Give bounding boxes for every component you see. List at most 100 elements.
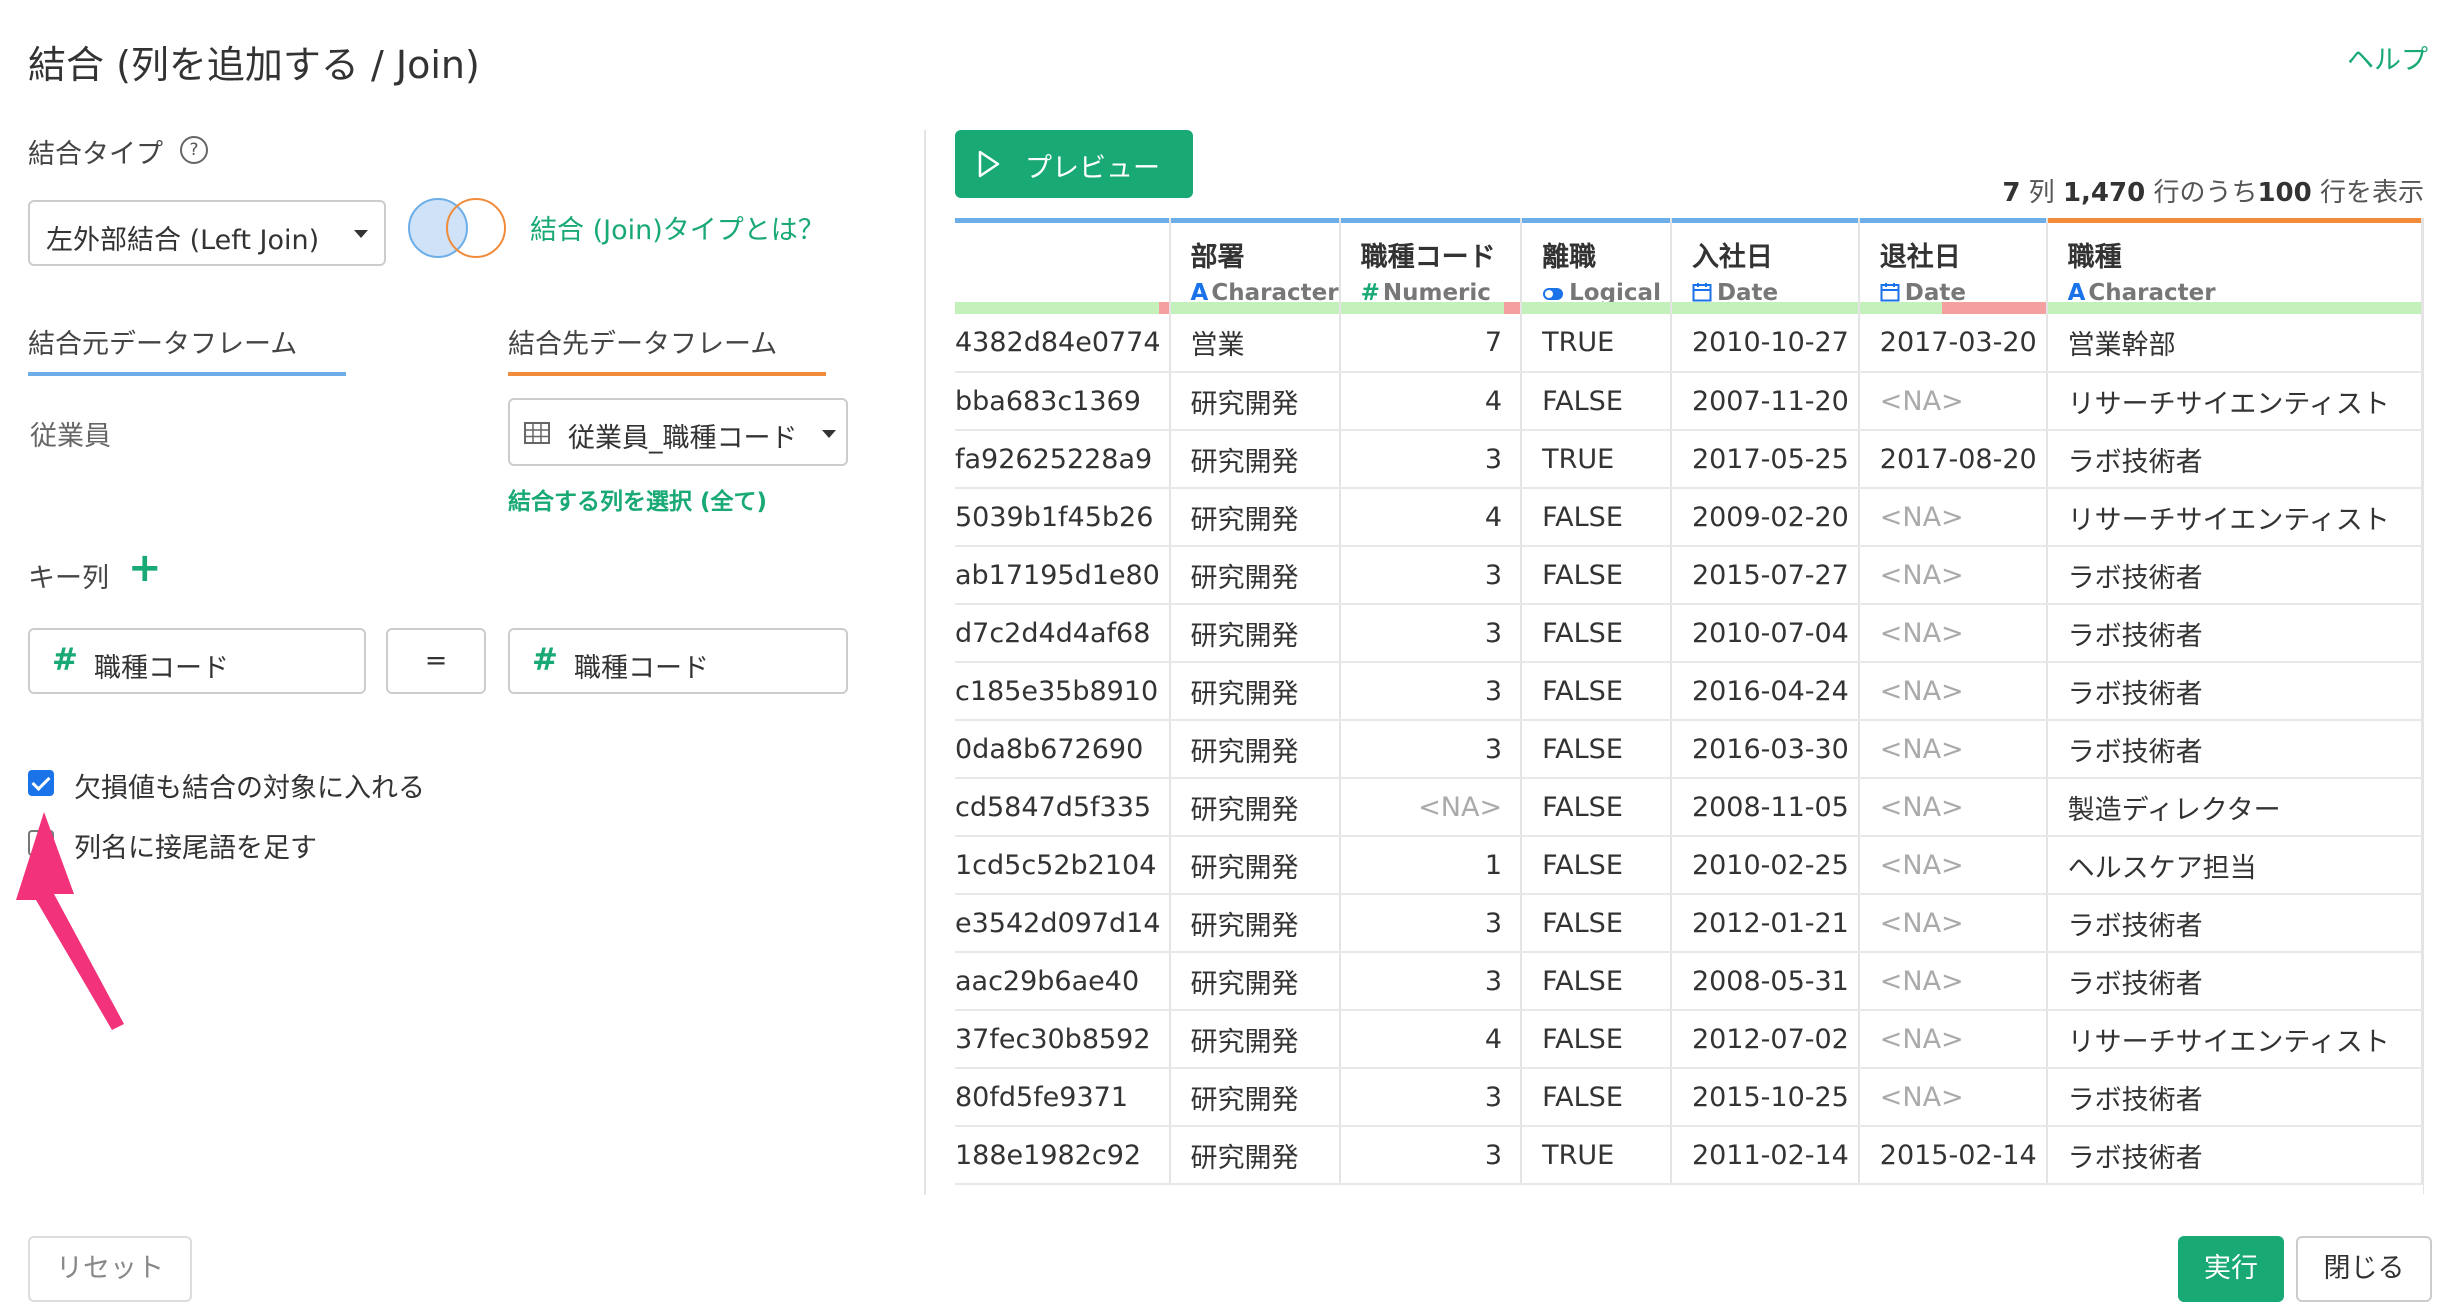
- table-cell: 製造ディレクター: [2046, 778, 2423, 837]
- key-left-value: 職種コード: [94, 653, 229, 684]
- table-cell: ラボ技術者: [2046, 430, 2423, 489]
- reset-button[interactable]: リセット: [28, 1236, 192, 1302]
- table-cell: 2009-02-20: [1670, 488, 1860, 547]
- table-cell: aac29b6ae40: [955, 952, 1171, 1011]
- help-question-icon[interactable]: ?: [180, 136, 208, 164]
- table-cell: FALSE: [1521, 720, 1672, 779]
- table-cell: FALSE: [1521, 952, 1672, 1011]
- target-dataframe-select[interactable]: 従業員_職種コード: [508, 398, 848, 466]
- join-type-info-link[interactable]: 結合 (Join)タイプとは？: [530, 208, 825, 247]
- close-button[interactable]: 閉じる: [2296, 1236, 2432, 1302]
- table-cell: ラボ技術者: [2046, 894, 2423, 953]
- source-underline: [28, 372, 346, 376]
- preview-button[interactable]: プレビュー: [955, 130, 1193, 198]
- table-cell: FALSE: [1521, 778, 1672, 837]
- table-row: 37fec30b8592 研究開発 4 FALSE 2012-07-02 <NA> リサーチ…: [955, 1010, 2423, 1069]
- table-row: 4382d84e0774 営業 7 TRUE 2010-10-27 2017-03-20 営…: [955, 314, 2423, 373]
- row-summary: 7 列 1,470 行のうち100 行を表示: [2002, 178, 2424, 208]
- table-cell: 研究開発: [1169, 430, 1341, 489]
- table-cell: e3542d097d14: [955, 894, 1171, 953]
- table-cell: FALSE: [1521, 894, 1672, 953]
- column-header[interactable]: 離職 Logical: [1521, 218, 1672, 314]
- table-cell: 2017-05-25: [1670, 430, 1860, 489]
- key-equals-operator: =: [386, 628, 486, 694]
- column-header[interactable]: [955, 218, 1171, 314]
- table-cell: ラボ技術者: [2046, 1068, 2423, 1127]
- table-cell: 37fec30b8592: [955, 1010, 1171, 1069]
- column-header[interactable]: 職種コード # Numeric: [1339, 218, 1523, 314]
- select-columns-link[interactable]: 結合する列を選択 (全て): [508, 482, 767, 516]
- table-cell: <NA>: [1858, 604, 2048, 663]
- table-cell: FALSE: [1521, 1068, 1672, 1127]
- table-cell: 4: [1339, 1010, 1523, 1069]
- table-cell: <NA>: [1858, 1010, 2048, 1069]
- table-cell: FALSE: [1521, 372, 1672, 431]
- column-name: 入社日: [1691, 242, 1773, 273]
- table-cell: 3: [1339, 952, 1523, 1011]
- table-cell: ラボ技術者: [2046, 604, 2423, 663]
- table-cell: ラボ技術者: [2046, 662, 2423, 721]
- column-header[interactable]: 入社日 Date: [1670, 218, 1860, 314]
- run-button[interactable]: 実行: [2178, 1236, 2284, 1302]
- preview-table: 部署 A Character 職種コード # Numeric 離職 Logical 入社日 Dat…: [955, 218, 2423, 1185]
- numeric-hash-icon: #: [52, 642, 78, 678]
- table-cell: 0da8b672690: [955, 720, 1171, 779]
- table-cell: FALSE: [1521, 662, 1672, 721]
- join-type-select[interactable]: 左外部結合 (Left Join): [28, 200, 386, 266]
- table-cell: 研究開発: [1169, 662, 1341, 721]
- table-cell: <NA>: [1858, 836, 2048, 895]
- annotation-arrow-icon: [16, 812, 124, 1030]
- table-cell: 80fd5fe9371: [955, 1068, 1171, 1127]
- help-link[interactable]: ヘルプ: [2347, 38, 2428, 77]
- table-cell: 2015-10-25: [1670, 1068, 1860, 1127]
- table-row: aac29b6ae40 研究開発 3 FALSE 2008-05-31 <NA> ラボ技術者: [955, 952, 2423, 1011]
- table-cell: TRUE: [1521, 1126, 1672, 1185]
- table-cell: <NA>: [1858, 778, 2048, 837]
- column-header[interactable]: 職種 A Character: [2046, 218, 2423, 314]
- table-row: 1cd5c52b2104 研究開発 1 FALSE 2010-02-25 <NA> ヘルスケ…: [955, 836, 2423, 895]
- add-key-icon[interactable]: +: [128, 548, 162, 588]
- table-cell: 営業: [1169, 314, 1341, 373]
- table-cell: 研究開発: [1169, 1068, 1341, 1127]
- key-right-select[interactable]: # 職種コード: [508, 628, 848, 694]
- table-cell: ラボ技術者: [2046, 546, 2423, 605]
- table-cell: ab17195d1e80: [955, 546, 1171, 605]
- table-cell: 研究開発: [1169, 604, 1341, 663]
- table-row: ab17195d1e80 研究開発 3 FALSE 2015-07-27 <NA> ラボ技術…: [955, 546, 2423, 605]
- table-cell: ラボ技術者: [2046, 1126, 2423, 1185]
- table-cell: 2008-11-05: [1670, 778, 1860, 837]
- table-cell: 4382d84e0774: [955, 314, 1171, 373]
- date-calendar-icon: [1880, 283, 1900, 302]
- table-cell: 3: [1339, 1126, 1523, 1185]
- preview-button-label: プレビュー: [1025, 153, 1160, 184]
- target-dataframe-value: 従業員_職種コード: [568, 423, 798, 454]
- table-cell: 2010-02-25: [1670, 836, 1860, 895]
- table-cell: 研究開発: [1169, 488, 1341, 547]
- preview-table-container[interactable]: 部署 A Character 職種コード # Numeric 離職 Logical 入社日 Dat…: [955, 218, 2424, 1194]
- table-cell: 2007-11-20: [1670, 372, 1860, 431]
- caret-down-icon: [822, 430, 836, 438]
- table-cell: 2012-01-21: [1670, 894, 1860, 953]
- table-row: cd5847d5f335 研究開発 <NA> FALSE 2008-11-05 <NA> 製…: [955, 778, 2423, 837]
- table-cell: リサーチサイエンティスト: [2046, 372, 2423, 431]
- table-cell: <NA>: [1858, 720, 2048, 779]
- table-cell: 3: [1339, 1068, 1523, 1127]
- table-row: fa92625228a9 研究開発 3 TRUE 2017-05-25 2017-08-2…: [955, 430, 2423, 489]
- join-type-label: 結合タイプ: [28, 139, 163, 170]
- column-header[interactable]: 部署 A Character: [1169, 218, 1341, 314]
- table-cell: 4: [1339, 488, 1523, 547]
- numeric-hash-icon: #: [532, 642, 558, 678]
- table-cell: 2015-02-14: [1858, 1126, 2048, 1185]
- column-header[interactable]: 退社日 Date: [1858, 218, 2048, 314]
- table-cell: 2015-07-27: [1670, 546, 1860, 605]
- table-cell: 研究開発: [1169, 1010, 1341, 1069]
- key-columns-label: キー列: [28, 563, 109, 594]
- key-left-select[interactable]: # 職種コード: [28, 628, 366, 694]
- table-cell: 2010-07-04: [1670, 604, 1860, 663]
- table-cell: bba683c1369: [955, 372, 1171, 431]
- table-cell: d7c2d4d4af68: [955, 604, 1171, 663]
- table-row: 188e1982c92 研究開発 3 TRUE 2011-02-14 2015-02-14…: [955, 1126, 2423, 1185]
- table-row: 80fd5fe9371 研究開発 3 FALSE 2015-10-25 <NA> ラボ技術者: [955, 1068, 2423, 1127]
- column-name: 退社日: [1879, 242, 1961, 273]
- table-cell: ヘルスケア担当: [2046, 836, 2423, 895]
